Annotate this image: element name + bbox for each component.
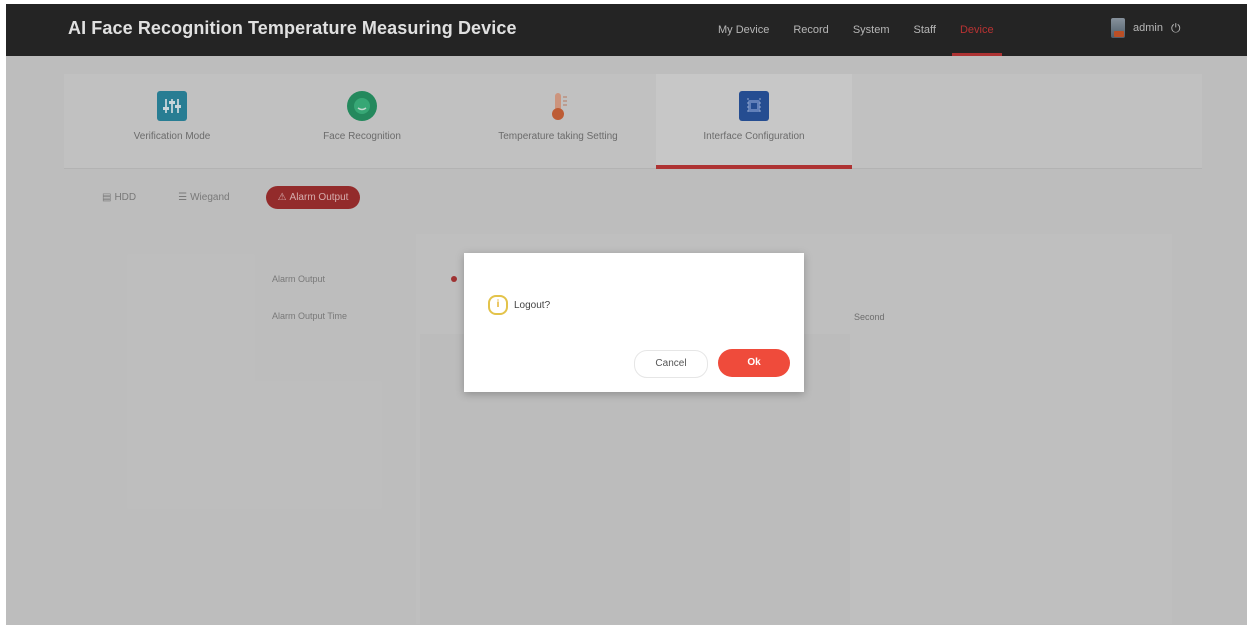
info-icon: i <box>488 295 508 315</box>
dialog-text: Logout? <box>514 299 551 311</box>
app-frame: AI Face Recognition Temperature Measurin… <box>6 4 1247 625</box>
logout-dialog: i Logout? Cancel Ok <box>464 253 804 392</box>
dialog-message: i Logout? <box>488 295 550 315</box>
ok-button[interactable]: Ok <box>718 349 790 377</box>
cancel-button[interactable]: Cancel <box>634 350 708 378</box>
